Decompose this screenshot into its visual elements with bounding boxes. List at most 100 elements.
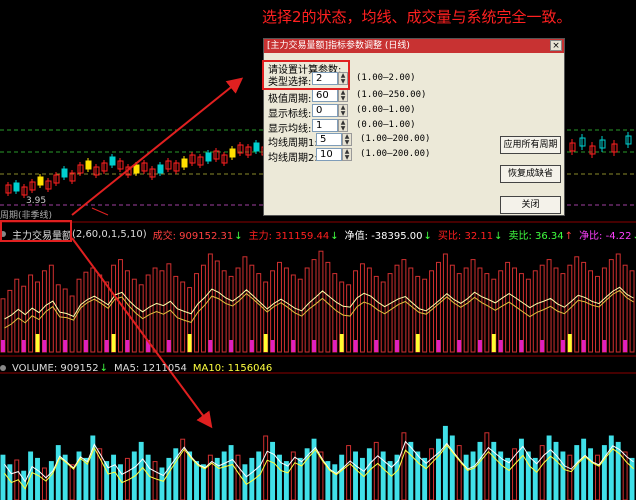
ma10-value: MA10: 1156046 <box>192 362 273 374</box>
indicator-bar <box>28 274 34 353</box>
volume-bar <box>48 461 54 500</box>
volume-bar <box>539 445 545 500</box>
volume-bar <box>525 451 531 500</box>
param-range-5: (1.00—200.00) <box>360 149 431 159</box>
volume-bar <box>235 454 241 500</box>
indicator-subbar <box>540 340 545 352</box>
candle-body <box>181 158 188 168</box>
volume-bar <box>55 445 61 500</box>
indicator-bar <box>408 267 414 353</box>
indicator-bar <box>283 267 289 353</box>
candle-body <box>205 152 212 162</box>
volume-bar <box>436 438 441 500</box>
apply-all-periods-button[interactable]: 应用所有周期 <box>500 136 561 154</box>
indicator-bar <box>532 270 538 353</box>
indicator-bar <box>449 264 455 353</box>
volume-bar <box>567 454 573 500</box>
restore-default-button[interactable]: 恢复成缺省 <box>500 165 561 183</box>
volume-bar <box>463 454 469 500</box>
type-select-highlight <box>262 60 350 90</box>
candle-body <box>13 182 20 192</box>
volume-value[interactable]: VOLUME: 909152 <box>12 363 99 374</box>
indicator-bar <box>69 295 75 353</box>
volume-bar <box>449 435 455 500</box>
indicator-subbar <box>560 340 565 352</box>
indicator-value-3: 买比: 32.11 <box>437 230 494 242</box>
indicator-bar <box>546 259 552 353</box>
annotation-arrow-tail <box>91 207 109 216</box>
spinner-arrows-icon[interactable]: ▲ ▼ <box>342 148 352 161</box>
volume-bar <box>601 445 607 500</box>
indicator-bar <box>97 274 103 353</box>
volume-bar <box>581 438 587 500</box>
volume-bar <box>505 457 511 500</box>
spinner-arrows-icon[interactable]: ▲ ▼ <box>338 119 348 132</box>
legend-dot-icon[interactable] <box>0 365 6 371</box>
volume-bar <box>629 457 635 500</box>
indicator-values: 成交: 909152.31↓ 主力: 311159.44↓ 净值: -38395.0… <box>153 227 636 242</box>
annotation-arrow <box>71 77 244 216</box>
volume-bar <box>41 467 47 500</box>
indicator-bar <box>539 264 545 353</box>
param-range-1: (1.00—250.00) <box>356 90 427 100</box>
volume-bar <box>553 441 559 500</box>
indicator-bar <box>505 261 511 353</box>
low-price-label: 3.95 <box>26 196 47 206</box>
volume-bar <box>339 454 345 500</box>
indicator-bar <box>436 261 441 353</box>
indicator-subbar <box>1 340 5 352</box>
volume-bar <box>332 464 338 500</box>
indicator-bar <box>207 253 213 353</box>
volume-bar <box>35 457 40 500</box>
volume-bar <box>228 445 234 500</box>
indicator-highlight-bar <box>567 334 572 352</box>
param-range-2: (0.00—1.00) <box>356 105 416 115</box>
indicator-bar <box>463 267 469 353</box>
indicator-bar <box>235 267 241 353</box>
indicator-highlight-bar <box>339 334 344 352</box>
indicator-bar <box>588 270 594 353</box>
dialog-title: [主力交易量额]指标参数调整 (日线) <box>267 41 410 51</box>
volume-bar <box>159 467 165 500</box>
indicator-subbar <box>498 340 503 352</box>
close-icon[interactable]: × <box>550 40 562 51</box>
volume-bar <box>615 441 621 500</box>
volume-bar <box>546 435 552 500</box>
volume-bar <box>166 457 172 500</box>
indicator-bar <box>608 259 614 353</box>
volume-bar <box>0 454 6 500</box>
volume-bar <box>574 445 580 500</box>
indicator-subbar <box>457 340 462 352</box>
spinner-arrows-icon[interactable]: ▲ ▼ <box>338 104 348 117</box>
indicator-bar <box>221 270 227 353</box>
indicator-subbar <box>104 340 109 352</box>
indicator-bar <box>366 267 372 353</box>
spinner-arrows-icon[interactable]: ▲ ▼ <box>338 89 348 102</box>
indicator-subbar <box>229 340 234 352</box>
volume-bar <box>152 461 158 500</box>
indicator-subbar <box>63 340 68 352</box>
close-button[interactable]: 关闭 <box>500 196 561 214</box>
indicator-highlight-bar <box>263 334 268 352</box>
param-input-5[interactable]: 10 <box>316 148 342 161</box>
param-input-1[interactable]: 60 <box>312 89 338 102</box>
param-input-3[interactable]: 1 <box>312 119 338 132</box>
indicator-bar <box>380 281 386 353</box>
param-input-4[interactable]: 5 <box>316 133 342 146</box>
volume-bar <box>187 451 193 500</box>
candle-body <box>37 176 44 186</box>
candle-body <box>253 142 260 152</box>
volume-bar <box>145 454 151 500</box>
param-input-2[interactable]: 0 <box>312 104 338 117</box>
indicator-bar <box>470 259 476 353</box>
indicator-subbar <box>395 340 399 352</box>
volume-bar <box>221 451 227 500</box>
indicator-bar <box>615 253 621 353</box>
spinner-arrows-icon[interactable]: ▲ ▼ <box>342 133 352 146</box>
volume-bar <box>532 457 538 500</box>
indicator-bar <box>498 270 504 353</box>
indicator-bar <box>442 253 448 353</box>
indicator-highlight-bar <box>187 334 192 352</box>
dialog-title-bar: [主力交易量额]指标参数调整 (日线) × <box>264 39 564 53</box>
indicator-bar <box>512 267 517 353</box>
